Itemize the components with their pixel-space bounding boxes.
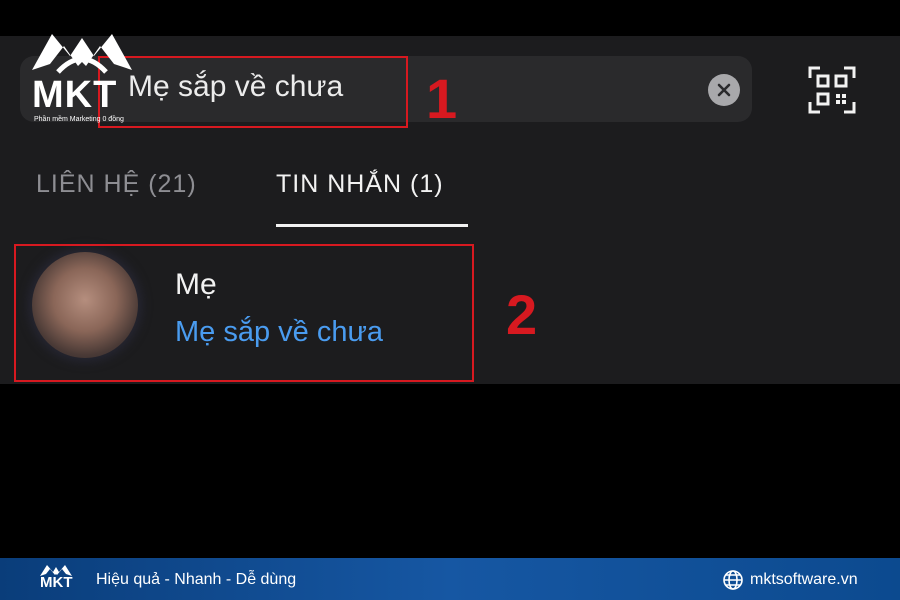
annotation-box-2 xyxy=(14,244,474,382)
logo-text: MKT xyxy=(32,74,118,116)
logo-tagline: Phần mềm Marketing 0 đồng xyxy=(34,116,124,123)
footer-slogan: Hiệu quả - Nhanh - Dễ dùng xyxy=(96,571,297,588)
clear-search-button[interactable] xyxy=(708,74,740,106)
footer-logo-text: MKT xyxy=(40,574,73,591)
tab-bar: LIÊN HỆ (21) TIN NHẮN (1) xyxy=(0,140,900,229)
footer-website-link[interactable]: mktsoftware.vn xyxy=(750,571,858,589)
annotation-number-2: 2 xyxy=(506,283,538,346)
qr-scan-button[interactable] xyxy=(808,66,856,114)
clear-icon xyxy=(717,83,731,97)
globe-icon xyxy=(723,570,743,590)
qr-code-icon xyxy=(808,66,856,114)
annotation-box-1 xyxy=(98,56,408,128)
tab-messages[interactable]: TIN NHẮN (1) xyxy=(276,170,444,199)
tab-contacts[interactable]: LIÊN HỆ (21) xyxy=(36,170,197,199)
annotation-number-1: 1 xyxy=(426,67,458,130)
active-tab-indicator xyxy=(276,224,468,227)
